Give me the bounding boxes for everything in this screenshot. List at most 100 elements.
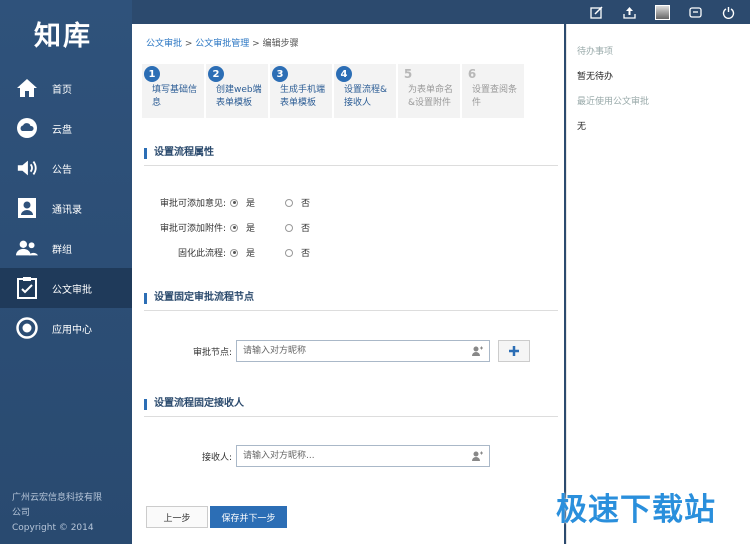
nav-menu: 首页 云盘 公告 通讯录 群组 公文审批 应用中心: [0, 68, 132, 348]
add-person-icon[interactable]: [471, 450, 483, 462]
add-node-button[interactable]: [498, 340, 530, 362]
option-label: 审批可添加意见:: [159, 199, 226, 209]
option-label: 审批可添加附件:: [159, 224, 226, 234]
nav-label-contacts: 通讯录: [52, 204, 82, 216]
radio-circle[interactable]: [230, 248, 238, 257]
group-icon: [16, 237, 38, 259]
copyright: Copyright © 2014: [12, 523, 94, 533]
nav-item-app-center[interactable]: 应用中心: [0, 308, 132, 348]
nav-label-groups: 群组: [52, 244, 72, 256]
step-number: 6: [467, 67, 477, 81]
option-add-opinion: 审批可添加意见: 是 否: [132, 196, 340, 209]
avatar: [654, 4, 670, 20]
approval-node-label: 审批节点:: [192, 347, 232, 358]
breadcrumb-separator: >: [182, 39, 196, 49]
step-3[interactable]: 3 生成手机端表单模板: [270, 64, 332, 118]
step-number: 4: [336, 66, 352, 82]
nav-label-app-center: 应用中心: [52, 324, 92, 336]
sidebar: 知库 首页 云盘 公告 通讯录 群组 公文审批 应用中心 广州云宏信息科技有限 …: [0, 0, 132, 544]
approval-node-input[interactable]: 请输入对方昵称: [236, 340, 490, 362]
company-name-line2: 公司: [12, 508, 31, 518]
step-label: 填写基础信息: [152, 85, 198, 108]
main-content: 公文审批 > 公文审批管理 > 编辑步骤 1 填写基础信息 2 创建web端表单…: [132, 24, 564, 544]
nav-label-home: 首页: [52, 84, 72, 96]
radio-label: 否: [301, 224, 311, 234]
nav-item-cloud[interactable]: 云盘: [0, 108, 132, 148]
radio-circle[interactable]: [285, 198, 293, 207]
section-fixed-nodes: 设置固定审批流程节点: [144, 289, 558, 311]
todo-value: 暂无待办: [577, 72, 614, 82]
nav-item-approval[interactable]: 公文审批: [0, 268, 132, 308]
step-1[interactable]: 1 填写基础信息: [142, 64, 204, 118]
radio-circle[interactable]: [285, 248, 293, 257]
breadcrumb: 公文审批 > 公文审批管理 > 编辑步骤: [146, 36, 299, 49]
radio-circle[interactable]: [230, 223, 238, 232]
nav-label-approval: 公文审批: [52, 284, 92, 296]
todo-title: 待办事项: [577, 47, 614, 57]
radio-no[interactable]: 否: [285, 196, 340, 209]
approval-node-row: 审批节点: 请输入对方昵称: [132, 340, 530, 362]
section-fixed-receivers: 设置流程固定接收人: [144, 395, 558, 417]
plus-icon: [509, 346, 519, 356]
radio-label: 是: [246, 199, 256, 209]
step-label: 为表单命名&设置附件: [408, 85, 454, 108]
user-avatar[interactable]: [654, 4, 670, 20]
step-number: 1: [144, 66, 160, 82]
app-logo: 知库: [34, 21, 92, 52]
nav-item-contacts[interactable]: 通讯录: [0, 188, 132, 228]
radio-yes[interactable]: 是: [230, 196, 285, 209]
step-5[interactable]: 5 为表单命名&设置附件: [398, 64, 460, 118]
receiver-label: 接收人:: [201, 452, 232, 463]
approval-node-placeholder: 请输入对方昵称: [243, 346, 307, 356]
option-fix-process: 固化此流程: 是 否: [132, 246, 340, 259]
cloud-icon: [16, 117, 38, 139]
upload-icon[interactable]: [621, 4, 637, 20]
power-icon[interactable]: [720, 4, 736, 20]
section-process-props: 设置流程属性: [144, 144, 558, 166]
step-label: 设置查阅条件: [472, 85, 518, 108]
radio-yes[interactable]: 是: [230, 221, 285, 234]
recent-title: 最近使用公文审批: [577, 97, 650, 107]
step-label: 生成手机端表单模板: [280, 85, 326, 108]
breadcrumb-approval-manage[interactable]: 公文审批管理: [195, 39, 249, 49]
breadcrumb-current: 编辑步骤: [262, 39, 299, 49]
nav-item-notice[interactable]: 公告: [0, 148, 132, 188]
recent-value: 无: [577, 122, 587, 132]
option-label: 固化此流程:: [177, 249, 226, 259]
step-wizard: 1 填写基础信息 2 创建web端表单模板 3 生成手机端表单模板 4 设置流程…: [142, 64, 524, 118]
company-name-line1: 广州云宏信息科技有限: [12, 493, 103, 503]
breadcrumb-separator: >: [249, 39, 263, 49]
nav-label-cloud: 云盘: [52, 124, 72, 136]
watermark-logo: 极速下载站: [556, 492, 716, 528]
add-person-icon[interactable]: [471, 345, 483, 357]
message-icon[interactable]: [687, 4, 703, 20]
top-bar: [132, 0, 750, 24]
prev-step-button[interactable]: 上一步: [146, 506, 208, 528]
radio-no[interactable]: 否: [285, 246, 340, 259]
approval-icon: [16, 277, 38, 299]
radio-no[interactable]: 否: [285, 221, 340, 234]
company-info: 广州云宏信息科技有限 公司 Copyright © 2014: [12, 491, 124, 536]
receiver-input[interactable]: 请输入对方昵称...: [236, 445, 490, 467]
radio-label: 是: [246, 224, 256, 234]
radio-label: 是: [246, 249, 256, 259]
radio-yes[interactable]: 是: [230, 246, 285, 259]
speaker-icon: [16, 157, 38, 179]
step-6[interactable]: 6 设置查阅条件: [462, 64, 524, 118]
save-next-button[interactable]: 保存并下一步: [210, 506, 287, 528]
step-4[interactable]: 4 设置流程&接收人: [334, 64, 396, 118]
contacts-icon: [16, 197, 38, 219]
top-icons: [588, 4, 736, 20]
option-add-attachment: 审批可添加附件: 是 否: [132, 221, 340, 234]
step-2[interactable]: 2 创建web端表单模板: [206, 64, 268, 118]
radio-circle[interactable]: [230, 198, 238, 207]
radio-label: 否: [301, 199, 311, 209]
nav-item-home[interactable]: 首页: [0, 68, 132, 108]
nav-item-groups[interactable]: 群组: [0, 228, 132, 268]
radio-circle[interactable]: [285, 223, 293, 232]
breadcrumb-approval[interactable]: 公文审批: [146, 39, 182, 49]
home-icon: [16, 77, 38, 99]
receiver-row: 接收人: 请输入对方昵称...: [132, 445, 490, 467]
step-number: 2: [208, 66, 224, 82]
edit-icon[interactable]: [588, 4, 604, 20]
